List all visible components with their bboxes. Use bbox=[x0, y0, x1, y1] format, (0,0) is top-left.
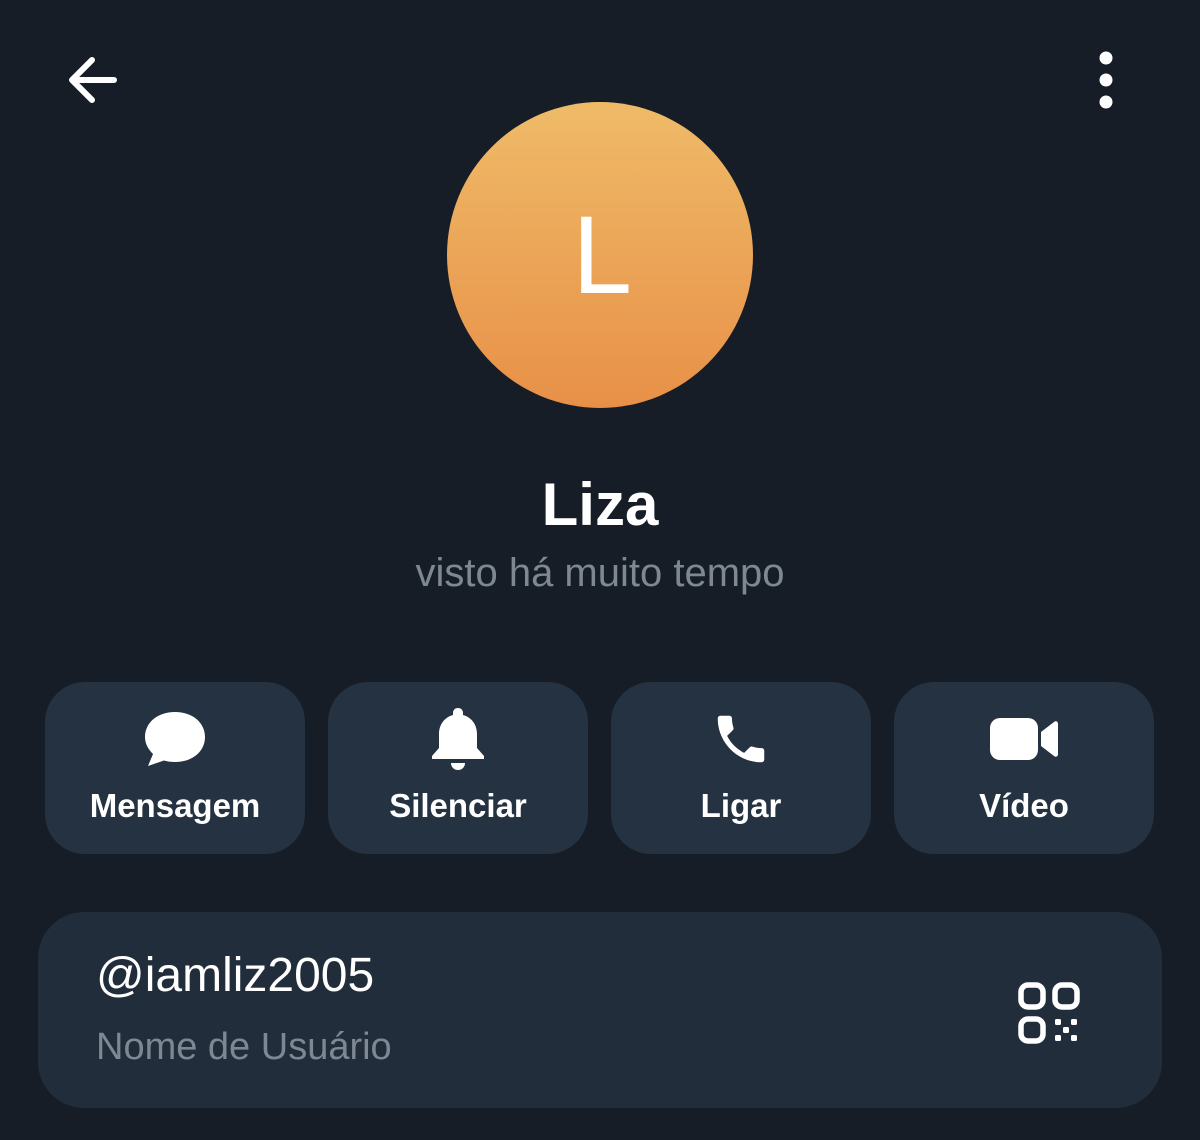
username-value[interactable]: @iamliz2005 bbox=[96, 948, 374, 1004]
more-options-button[interactable] bbox=[1066, 40, 1146, 120]
video-call-button[interactable]: Vídeo bbox=[894, 682, 1154, 854]
profile-name: Liza bbox=[541, 471, 659, 538]
chat-bubble-icon bbox=[145, 712, 205, 766]
call-button[interactable]: Ligar bbox=[611, 682, 871, 854]
message-button[interactable]: Mensagem bbox=[45, 682, 305, 854]
bell-icon bbox=[432, 708, 484, 770]
phone-icon bbox=[717, 715, 765, 763]
username-caption: Nome de Usuário bbox=[96, 1026, 392, 1068]
action-buttons-row: Mensagem Silenciar Ligar Vídeo bbox=[45, 682, 1155, 854]
call-button-label: Ligar bbox=[700, 787, 782, 824]
message-button-label: Mensagem bbox=[89, 787, 261, 824]
arrow-left-icon bbox=[69, 57, 117, 103]
username-card: @iamliz2005 Nome de Usuário bbox=[38, 912, 1162, 1108]
video-camera-icon bbox=[990, 718, 1058, 760]
qr-code-button[interactable] bbox=[1004, 968, 1094, 1058]
video-call-button-label: Vídeo bbox=[979, 787, 1069, 824]
avatar-initial: L bbox=[571, 196, 629, 318]
mute-button-label: Silenciar bbox=[389, 787, 527, 824]
back-button[interactable] bbox=[52, 40, 132, 120]
last-seen-status: visto há muito tempo bbox=[415, 551, 785, 595]
more-vertical-icon bbox=[1099, 51, 1113, 109]
mute-button[interactable]: Silenciar bbox=[328, 682, 588, 854]
qr-code-icon bbox=[1018, 982, 1080, 1044]
avatar[interactable]: L bbox=[447, 102, 753, 408]
